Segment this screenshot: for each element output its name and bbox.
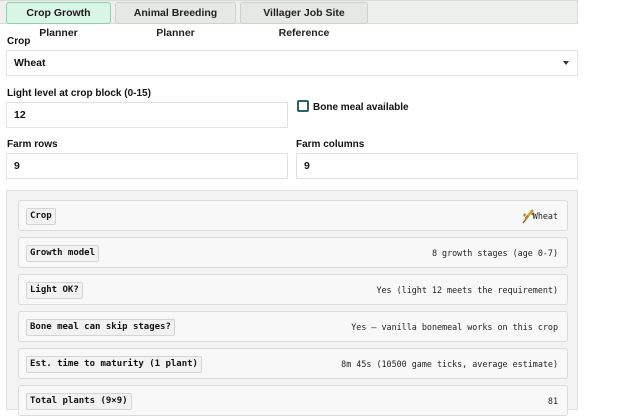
result-key: Bone meal can skip stages? [26,319,175,336]
result-row-time-to-maturity: Est. time to maturity (1 plant) 8m 45s (… [18,348,568,379]
result-value: Yes (light 12 meets the requirement) [376,285,558,295]
result-value: Wheat [532,211,558,221]
result-row-total-plants: Total plants (9×9) 81 [18,385,568,416]
result-row-crop: Crop Wheat [18,200,568,231]
results-panel: Crop Wheat Growth model 8 growth stages … [6,190,578,416]
bone-meal-label: Bone meal available [313,102,409,113]
result-value: 8 growth stages (age 0-7) [431,248,558,258]
result-key: Light OK? [26,282,83,299]
crop-label: Crop [7,36,31,47]
farm-columns-input[interactable]: 9 [296,153,578,179]
result-value: Yes — vanilla bonemeal works on this cro… [351,322,558,332]
result-value: 81 [547,396,558,406]
tab-animal-breeding-planner[interactable]: Animal Breeding Planner [115,2,236,39]
result-key: Crop [26,208,56,225]
tab-villager-job-site-reference[interactable]: Villager Job Site Reference [240,2,368,39]
result-row-growth-model: Growth model 8 growth stages (age 0-7) [18,237,568,268]
result-value: 8m 45s (10500 game ticks, average estima… [341,359,558,369]
light-level-input[interactable]: 12 [6,102,288,128]
crop-select[interactable]: Wheat [6,50,578,76]
bone-meal-checkbox[interactable] [297,100,309,112]
result-key: Est. time to maturity (1 plant) [26,356,202,373]
result-key: Growth model [26,245,100,262]
light-level-label: Light level at crop block (0-15) [7,88,151,99]
crop-select-value: Wheat [14,57,46,69]
result-row-bone-meal: Bone meal can skip stages? Yes — vanilla… [18,311,568,342]
farm-rows-label: Farm rows [7,139,58,150]
result-row-light-ok: Light OK? Yes (light 12 meets the requir… [18,274,568,305]
result-key: Total plants (9×9) [26,393,132,410]
chevron-down-icon [563,61,569,65]
tab-crop-growth-planner[interactable]: Crop Growth Planner [6,2,111,39]
tab-bar: Crop Growth Planner Animal Breeding Plan… [0,0,578,39]
farm-columns-label: Farm columns [296,139,365,150]
farm-rows-input[interactable]: 9 [6,153,288,179]
